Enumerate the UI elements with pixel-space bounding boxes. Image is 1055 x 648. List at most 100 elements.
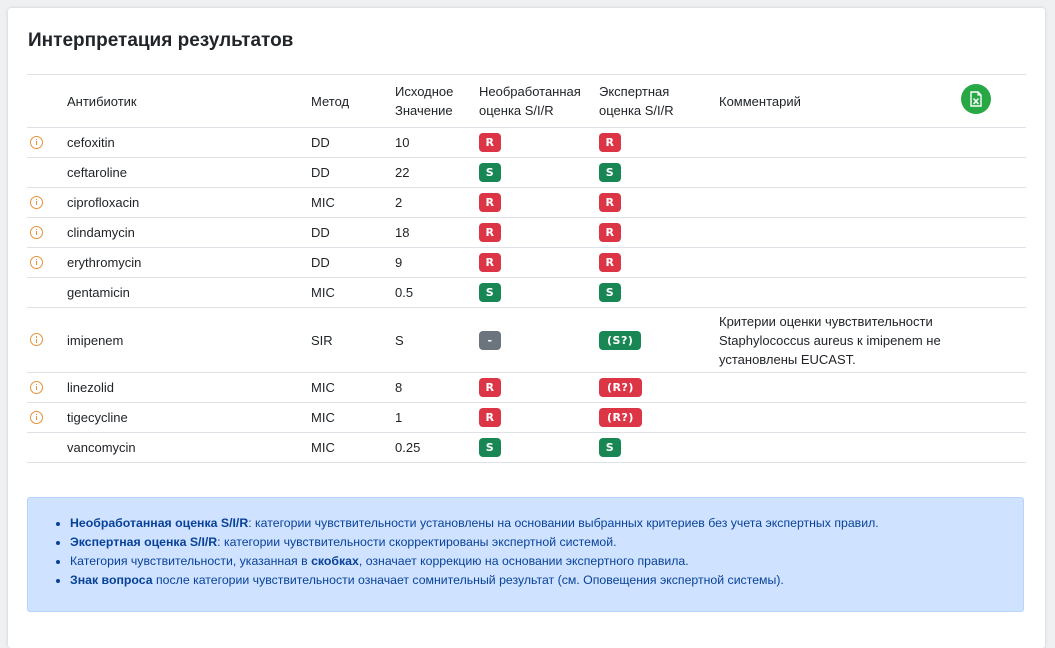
method-cell: MIC	[307, 432, 391, 463]
expert-sir-badge: S	[599, 438, 621, 457]
row-end-cell	[955, 277, 1026, 308]
comment-cell	[715, 402, 955, 433]
raw-value-cell: 2	[391, 187, 475, 218]
alert-info-icon[interactable]	[30, 135, 43, 149]
expert-sir-cell: S	[595, 157, 715, 188]
expert-sir-badge: S	[599, 163, 621, 182]
unprocessed-sir-badge: R	[479, 223, 501, 242]
method-cell: MIC	[307, 402, 391, 433]
legend-term: Необработанная оценка S/I/R	[70, 516, 249, 530]
header-expert-sir: Экспертная оценка S/I/R	[595, 74, 715, 128]
row-end-cell	[955, 247, 1026, 278]
expert-sir-cell: R	[595, 187, 715, 218]
row-end-cell	[955, 307, 1026, 373]
unprocessed-sir-cell: R	[475, 217, 595, 248]
comment-cell	[715, 217, 955, 248]
legend-text: , означает коррекцию на основании экспер…	[358, 554, 689, 568]
header-raw-line2: Значение	[395, 103, 453, 118]
raw-value-cell: 0.25	[391, 432, 475, 463]
unprocessed-sir-badge: S	[479, 438, 501, 457]
alert-info-icon[interactable]	[30, 333, 43, 346]
raw-value-cell: 22	[391, 157, 475, 188]
table-header-row: Антибиотик Метод Исходное Значение Необр…	[27, 74, 1026, 128]
legend-text: после категории чувствительности означае…	[152, 573, 784, 587]
unprocessed-sir-badge: R	[479, 193, 501, 212]
row-end-cell	[955, 432, 1026, 463]
antibiotic-name: erythromycin	[63, 247, 307, 278]
expert-sir-badge: (S?)	[599, 330, 642, 350]
expert-sir-badge: R	[599, 253, 621, 272]
alert-cell	[27, 372, 63, 403]
unprocessed-sir-cell: R	[475, 187, 595, 218]
method-cell: MIC	[307, 277, 391, 308]
table-row: vancomycin MIC 0.25 S S	[27, 432, 1026, 463]
unprocessed-sir-cell: R	[475, 127, 595, 158]
method-cell: DD	[307, 217, 391, 248]
antibiotic-name: clindamycin	[63, 217, 307, 248]
antibiotic-name: gentamicin	[63, 277, 307, 308]
unprocessed-sir-cell: S	[475, 277, 595, 308]
alert-info-icon[interactable]	[30, 225, 43, 239]
table-row: cefoxitin DD 10 R R	[27, 127, 1026, 158]
row-end-cell	[955, 402, 1026, 433]
alert-info-icon[interactable]	[30, 410, 43, 424]
expert-sir-badge: S	[599, 283, 621, 302]
method-cell: DD	[307, 127, 391, 158]
alert-cell	[27, 307, 63, 373]
comment-cell	[715, 247, 955, 278]
unprocessed-sir-cell: R	[475, 247, 595, 278]
raw-value-cell: S	[391, 307, 475, 373]
expert-sir-cell: (R?)	[595, 402, 715, 433]
header-antibiotic: Антибиотик	[63, 74, 307, 128]
antibiotic-name: vancomycin	[63, 432, 307, 463]
antibiotic-name: cefoxitin	[63, 127, 307, 158]
legend-term: Знак вопроса	[70, 573, 153, 587]
row-end-cell	[955, 372, 1026, 403]
antibiotic-name: ciprofloxacin	[63, 187, 307, 218]
unprocessed-sir-badge: -	[479, 330, 501, 350]
comment-cell	[715, 277, 955, 308]
method-cell: SIR	[307, 307, 391, 373]
legend-text: : категории чувствительности установлены…	[248, 516, 879, 530]
header-export-col	[955, 74, 1026, 128]
table-row: erythromycin DD 9 R R	[27, 247, 1026, 278]
header-comment: Комментарий	[715, 74, 955, 128]
alert-cell	[27, 127, 63, 158]
excel-export-button[interactable]	[961, 83, 991, 114]
unprocessed-sir-cell: R	[475, 372, 595, 403]
alert-cell	[27, 432, 63, 463]
legend-item: Необработанная оценка S/I/R: категории ч…	[70, 514, 1023, 533]
unprocessed-sir-cell: S	[475, 432, 595, 463]
row-end-cell	[955, 127, 1026, 158]
header-method: Метод	[307, 74, 391, 128]
table-row: linezolid MIC 8 R (R?)	[27, 372, 1026, 403]
unprocessed-sir-badge: R	[479, 408, 501, 427]
legend-item: Категория чувствительности, указанная в …	[70, 552, 1023, 571]
legend-note: Необработанная оценка S/I/R: категории ч…	[27, 497, 1024, 612]
unprocessed-sir-cell: -	[475, 307, 595, 373]
antibiotic-name: imipenem	[63, 307, 307, 373]
comment-cell	[715, 187, 955, 218]
raw-value-cell: 18	[391, 217, 475, 248]
alert-info-icon[interactable]	[30, 380, 43, 394]
alert-info-icon[interactable]	[30, 195, 43, 209]
method-cell: MIC	[307, 372, 391, 403]
alert-cell	[27, 247, 63, 278]
excel-export-icon	[970, 90, 982, 107]
page-title: Интерпретация результатов	[28, 30, 294, 51]
header-unprocessed-line2: оценка S/I/R	[479, 103, 554, 118]
header-unprocessed-line1: Необработанная	[479, 84, 581, 99]
legend-term: Экспертная оценка S/I/R	[70, 535, 218, 549]
expert-sir-badge: R	[599, 133, 621, 152]
comment-cell: Критерии оценки чувствительности Staphyl…	[715, 307, 955, 373]
table-row: clindamycin DD 18 R R	[27, 217, 1026, 248]
row-end-cell	[955, 157, 1026, 188]
alert-info-icon[interactable]	[30, 255, 43, 269]
raw-value-cell: 9	[391, 247, 475, 278]
header-alert-col	[27, 74, 63, 128]
antibiotic-name: ceftaroline	[63, 157, 307, 188]
expert-sir-badge: R	[599, 193, 621, 212]
alert-cell	[27, 402, 63, 433]
unprocessed-sir-badge: S	[479, 283, 501, 302]
expert-sir-cell: (R?)	[595, 372, 715, 403]
